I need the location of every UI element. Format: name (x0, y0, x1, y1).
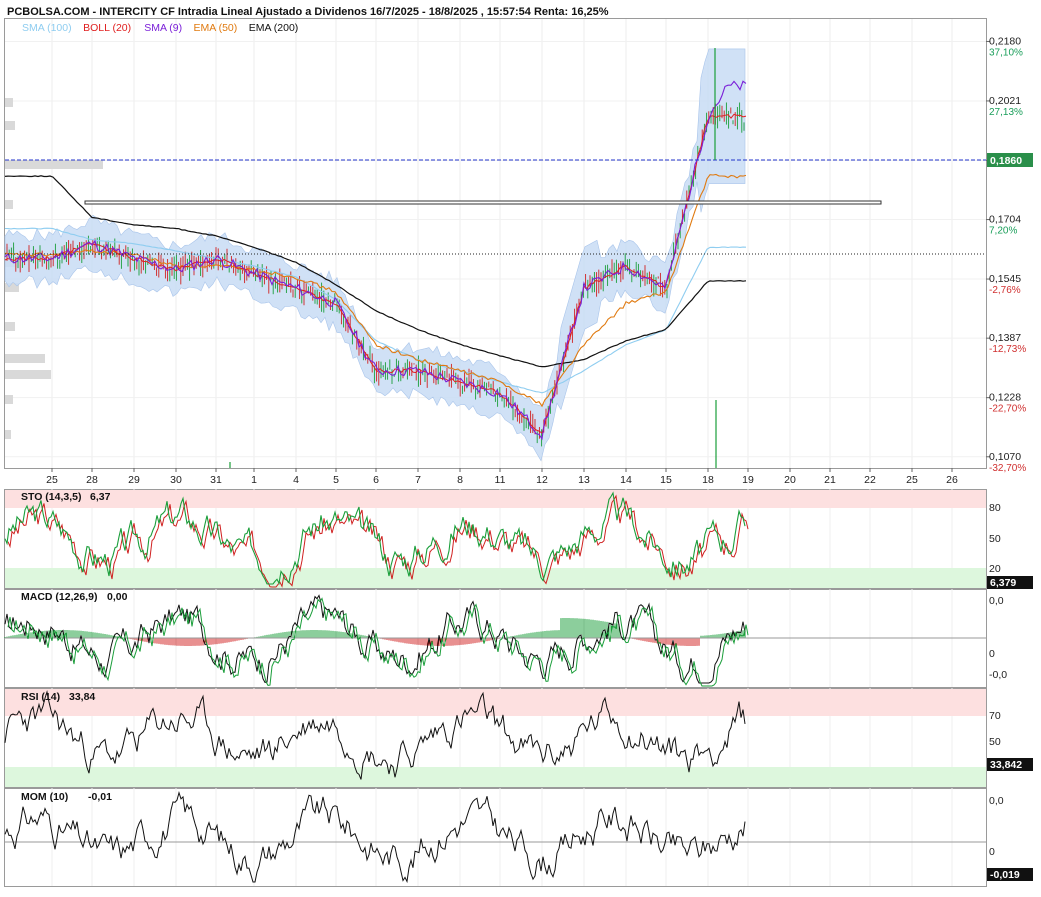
date-label: 21 (824, 474, 836, 486)
date-label: 11 (495, 474, 506, 486)
panel-zone (5, 689, 986, 716)
panel-level-label: 0 (989, 648, 995, 660)
panel-level-label: 70 (989, 710, 1001, 722)
panel-zone (5, 490, 986, 508)
panel-level-label: 50 (989, 533, 1001, 545)
volume-profile-bar (5, 395, 13, 404)
date-label: 5 (333, 474, 339, 486)
legend-item: SMA (100) (22, 22, 72, 34)
panel-zone (5, 767, 986, 787)
price-label: 0,1704 (989, 214, 1021, 226)
date-label: 18 (702, 474, 714, 486)
volume-profile-bar (5, 370, 51, 379)
macd-panel: 0,00-0,0 (4, 589, 1007, 688)
sto-tag-text: 6,379 (990, 577, 1016, 589)
percent-label: -22,70% (989, 404, 1026, 415)
sto-value: 6,37 (90, 491, 111, 503)
percent-label: 27,13% (989, 107, 1023, 118)
date-label: 19 (742, 474, 754, 486)
price-label: 0,1387 (989, 332, 1021, 344)
date-label: 15 (660, 474, 672, 486)
date-label: 29 (128, 474, 140, 486)
percent-label: 7,20% (989, 226, 1017, 237)
panel-frame (4, 788, 987, 887)
legend-item: SMA (9) (144, 22, 182, 34)
volume-profile-bar (5, 98, 13, 107)
rsi-panel: 70 50 (4, 688, 1001, 788)
panel-level-label: 80 (989, 502, 1001, 514)
macd-value: 0,00 (107, 591, 128, 603)
macd-label: MACD (12,26,9) (21, 591, 97, 603)
price-label: 0,1545 (989, 273, 1021, 285)
volume-profile-bar (5, 121, 15, 130)
panel-level-label: -0,0 (989, 669, 1007, 681)
date-label: 4 (293, 474, 299, 486)
resistance-zone (84, 200, 882, 205)
price-axis: 0,218037,10%0,202127,13%0,18620,17047,20… (986, 35, 1026, 474)
volume-profile-bar (5, 354, 45, 363)
date-label: 26 (946, 474, 958, 486)
legend-item: EMA (50) (194, 22, 238, 34)
volume-profile-bar (5, 430, 11, 439)
current-price-tag: 0,1860 (987, 153, 1033, 167)
date-label: 12 (536, 474, 548, 486)
panel-level-label: 20 (989, 563, 1001, 575)
date-label: 7 (415, 474, 421, 486)
rsi-value: 33,84 (69, 691, 95, 703)
date-label: 30 (170, 474, 182, 486)
price-label: 0,1228 (989, 392, 1021, 404)
mom-tag-text: -0,019 (990, 869, 1020, 881)
mom-panel: 0,00 (4, 788, 1004, 887)
price-label: 0,2180 (989, 35, 1021, 47)
percent-label: -12,73% (989, 344, 1026, 355)
date-label: 6 (373, 474, 379, 486)
date-label: 8 (457, 474, 463, 486)
legend: SMA (100) BOLL (20) SMA (9) EMA (50) EMA (20… (22, 22, 298, 34)
sto-panel: 80 50 20 (4, 489, 1001, 589)
rsi-label: RSI (14) (21, 691, 60, 703)
sto-label: STO (14,3,5) (21, 491, 82, 503)
percent-label: -32,70% (989, 463, 1026, 474)
price-label: 0,1070 (989, 451, 1021, 463)
mom-value: -0,01 (88, 791, 112, 803)
date-label: 22 (864, 474, 876, 486)
price-tag-text: 0,1860 (990, 155, 1022, 167)
panel-zone (5, 568, 986, 588)
date-label: 13 (578, 474, 590, 486)
chart-root: PCBOLSA.COM - INTERCITY CF Intradia Line… (4, 6, 1033, 887)
date-label: 20 (784, 474, 796, 486)
date-label: 14 (620, 474, 632, 486)
panel-level-label: 0,0 (989, 595, 1004, 607)
panel-level-label: 0 (989, 846, 995, 858)
date-label: 25 (46, 474, 58, 486)
chart-title: PCBOLSA.COM - INTERCITY CF Intradia Line… (7, 6, 609, 18)
percent-label: -2,76% (989, 285, 1021, 296)
date-label: 1 (251, 474, 257, 486)
date-label: 25 (906, 474, 918, 486)
volume-profile-bar (5, 322, 15, 331)
volume-profile-bar (5, 200, 13, 209)
rsi-tag-text: 33,842 (990, 759, 1022, 771)
panel-level-label: 50 (989, 736, 1001, 748)
price-label: 0,2021 (989, 95, 1021, 107)
panel-level-label: 0,0 (989, 795, 1004, 807)
mom-label: MOM (10) (21, 791, 68, 803)
date-axis: 25 28 29 30 31 1 4 5 6 7 8 11 12 13 14 15 18 19 20 21 22 25 26 (46, 468, 958, 486)
volume-profile-bar (5, 160, 103, 169)
date-label: 28 (86, 474, 98, 486)
legend-item: EMA (200) (249, 22, 299, 34)
date-label: 31 (210, 474, 222, 486)
percent-label: 37,10% (989, 47, 1023, 58)
legend-item: BOLL (20) (83, 22, 131, 34)
